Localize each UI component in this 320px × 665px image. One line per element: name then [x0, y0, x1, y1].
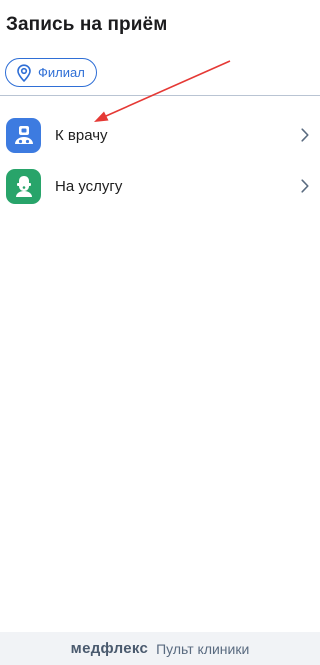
- menu-item-service[interactable]: На услугу: [0, 161, 320, 211]
- location-pin-icon: [16, 63, 32, 82]
- chevron-right-icon: [301, 179, 309, 198]
- appointment-screen: Запись на приём Филиал К врачу На услугу…: [0, 0, 320, 665]
- menu-item-doctor[interactable]: К врачу: [0, 110, 320, 160]
- branch-filter-label: Филиал: [38, 65, 85, 80]
- footer-brand-logo: медфлекс: [70, 640, 149, 657]
- page-title: Запись на приём: [6, 14, 168, 35]
- header-divider: [0, 95, 320, 96]
- footer-bar: медфлекс Пульт клиники: [0, 632, 320, 665]
- doctor-icon: [6, 117, 41, 153]
- chevron-right-icon: [301, 128, 309, 147]
- footer-subtitle: Пульт клиники: [156, 640, 250, 657]
- annotation-arrow: [94, 60, 231, 122]
- branch-filter-chip[interactable]: Филиал: [5, 58, 97, 87]
- menu-item-service-label: На услугу: [55, 177, 123, 195]
- menu-item-doctor-label: К врачу: [55, 126, 108, 144]
- service-icon: [6, 168, 41, 204]
